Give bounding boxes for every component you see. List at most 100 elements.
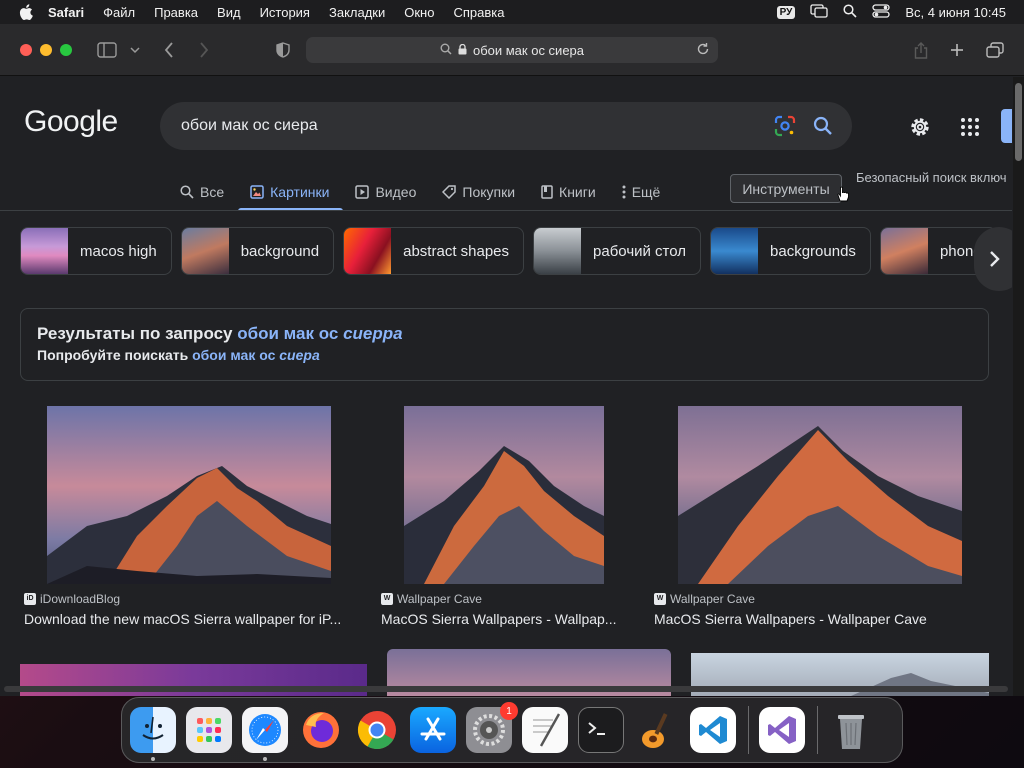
zoom-window-button[interactable] bbox=[60, 43, 72, 56]
dock: 1 bbox=[121, 697, 903, 763]
chips-next-button[interactable] bbox=[974, 227, 1012, 291]
dock-separator bbox=[817, 706, 818, 754]
google-apps-icon[interactable] bbox=[960, 117, 980, 142]
chip-desktop[interactable]: рабочий стол bbox=[533, 227, 702, 275]
menu-edit[interactable]: Правка bbox=[154, 5, 198, 20]
chip-background[interactable]: background bbox=[180, 227, 335, 275]
original-query-link[interactable]: обои мак ос сиера bbox=[192, 347, 320, 363]
result-title[interactable]: MacOS Sierra Wallpapers - Wallpap... bbox=[381, 611, 626, 627]
finder-icon[interactable] bbox=[130, 707, 176, 761]
chip-label: backgrounds bbox=[770, 242, 856, 260]
result-thumbnail[interactable] bbox=[404, 406, 604, 584]
result-source[interactable]: iD iDownloadBlog bbox=[24, 592, 120, 606]
horizontal-scrollbar[interactable] bbox=[4, 686, 1008, 692]
chip-macos-high[interactable]: macos high bbox=[20, 227, 172, 275]
hand-cursor-icon bbox=[836, 186, 850, 207]
window-switch-icon[interactable] bbox=[810, 3, 829, 21]
apple-menu-icon[interactable] bbox=[18, 4, 34, 20]
control-center-icon[interactable] bbox=[872, 3, 891, 21]
search-submit-icon[interactable] bbox=[812, 115, 834, 142]
play-icon bbox=[355, 185, 370, 199]
system-settings-icon[interactable]: 1 bbox=[466, 702, 518, 753]
corrected-query-link[interactable]: обои мак ос сиерра bbox=[237, 324, 402, 343]
chip-label: macos high bbox=[80, 242, 157, 260]
chip-abstract-shapes[interactable]: abstract shapes bbox=[343, 227, 525, 275]
share-icon[interactable] bbox=[910, 39, 932, 61]
close-window-button[interactable] bbox=[20, 43, 32, 56]
firefox-icon[interactable] bbox=[298, 707, 344, 753]
spelling-correction-box: Результаты по запросу обои мак ос сиерра… bbox=[20, 308, 989, 381]
tab-videos[interactable]: Видео bbox=[355, 174, 416, 210]
search-instead-prefix: Попробуйте поискать bbox=[37, 347, 193, 363]
tab-images[interactable]: Картинки bbox=[238, 174, 344, 211]
search-box[interactable]: обои мак ос сиера bbox=[160, 102, 852, 150]
address-bar[interactable]: обои мак ос сиера bbox=[306, 37, 718, 63]
vscode-icon[interactable] bbox=[690, 707, 736, 753]
sidebar-toggle-icon[interactable] bbox=[96, 39, 118, 61]
menu-app-name[interactable]: Safari bbox=[48, 5, 84, 20]
vertical-scrollbar[interactable] bbox=[1013, 77, 1024, 696]
chip-thumbnail bbox=[711, 228, 759, 274]
result-thumbnail[interactable] bbox=[678, 406, 962, 584]
chip-backgrounds[interactable]: backgrounds bbox=[710, 227, 871, 275]
tab-shopping[interactable]: Покупки bbox=[442, 174, 515, 210]
safesearch-label[interactable]: Безопасный поиск включ bbox=[856, 170, 1007, 185]
back-icon[interactable] bbox=[158, 39, 180, 61]
result-source-label: Wallpaper Cave bbox=[670, 592, 755, 606]
new-tab-icon[interactable] bbox=[946, 39, 968, 61]
visual-studio-icon[interactable] bbox=[759, 707, 805, 753]
result-source[interactable]: W Wallpaper Cave bbox=[381, 592, 482, 606]
scrollbar-thumb[interactable] bbox=[1015, 83, 1022, 161]
terminal-icon[interactable] bbox=[578, 707, 624, 753]
site-favicon-icon: W bbox=[654, 593, 666, 605]
chevron-down-icon[interactable] bbox=[124, 39, 146, 61]
lock-icon bbox=[458, 43, 467, 58]
launchpad-icon[interactable] bbox=[186, 707, 232, 753]
search-query[interactable]: обои мак ос сиера bbox=[181, 117, 318, 135]
menu-window[interactable]: Окно bbox=[404, 5, 434, 20]
result-title[interactable]: MacOS Sierra Wallpapers - Wallpaper Cave bbox=[654, 611, 984, 627]
minimize-window-button[interactable] bbox=[40, 43, 52, 56]
tools-button[interactable]: Инструменты bbox=[730, 174, 842, 203]
chevron-right-icon bbox=[990, 251, 1000, 267]
book-icon bbox=[541, 185, 553, 199]
account-avatar[interactable] bbox=[1001, 109, 1012, 143]
dock-separator bbox=[748, 706, 749, 754]
result-source[interactable]: W Wallpaper Cave bbox=[654, 592, 755, 606]
site-favicon-icon: iD bbox=[24, 593, 36, 605]
menu-file[interactable]: Файл bbox=[103, 5, 135, 20]
menu-view[interactable]: Вид bbox=[217, 5, 241, 20]
gear-icon[interactable] bbox=[908, 115, 932, 144]
tag-icon bbox=[442, 185, 457, 199]
safari-icon[interactable] bbox=[242, 707, 288, 761]
app-store-icon[interactable] bbox=[410, 707, 456, 753]
tab-overview-icon[interactable] bbox=[984, 39, 1006, 61]
spotlight-search-icon[interactable] bbox=[843, 3, 857, 21]
tab-label: Видео bbox=[375, 184, 417, 200]
menu-help[interactable]: Справка bbox=[453, 5, 504, 20]
menu-bookmarks[interactable]: Закладки bbox=[329, 5, 385, 20]
google-logo[interactable]: Google bbox=[24, 105, 118, 139]
chip-thumbnail bbox=[21, 228, 68, 274]
related-searches: macos high background abstract shapes ра… bbox=[20, 227, 997, 275]
chrome-icon[interactable] bbox=[354, 707, 400, 753]
result-thumbnail[interactable] bbox=[47, 406, 331, 584]
textedit-icon[interactable] bbox=[522, 707, 568, 753]
chip-thumbnail bbox=[181, 228, 229, 274]
menubar-clock[interactable]: Вс, 4 июня 10:45 bbox=[905, 5, 1006, 20]
tab-more[interactable]: Ещё bbox=[622, 174, 660, 210]
original-query-emph: сиера bbox=[279, 347, 320, 363]
reload-icon[interactable] bbox=[696, 42, 710, 59]
result-title[interactable]: Download the new macOS Sierra wallpaper … bbox=[24, 611, 354, 627]
keyboard-layout-indicator[interactable]: РУ bbox=[776, 5, 796, 19]
garageband-icon[interactable] bbox=[634, 707, 680, 753]
tab-all[interactable]: Все bbox=[180, 174, 224, 210]
trash-icon[interactable] bbox=[828, 707, 874, 753]
tab-books[interactable]: Книги bbox=[541, 174, 596, 210]
showing-results-line: Результаты по запросу обои мак ос сиерра bbox=[37, 324, 972, 344]
privacy-shield-icon[interactable] bbox=[272, 39, 294, 61]
forward-icon[interactable] bbox=[193, 39, 215, 61]
google-lens-icon[interactable] bbox=[774, 115, 796, 142]
menu-history[interactable]: История bbox=[260, 5, 310, 20]
chip-label: background bbox=[240, 242, 320, 260]
